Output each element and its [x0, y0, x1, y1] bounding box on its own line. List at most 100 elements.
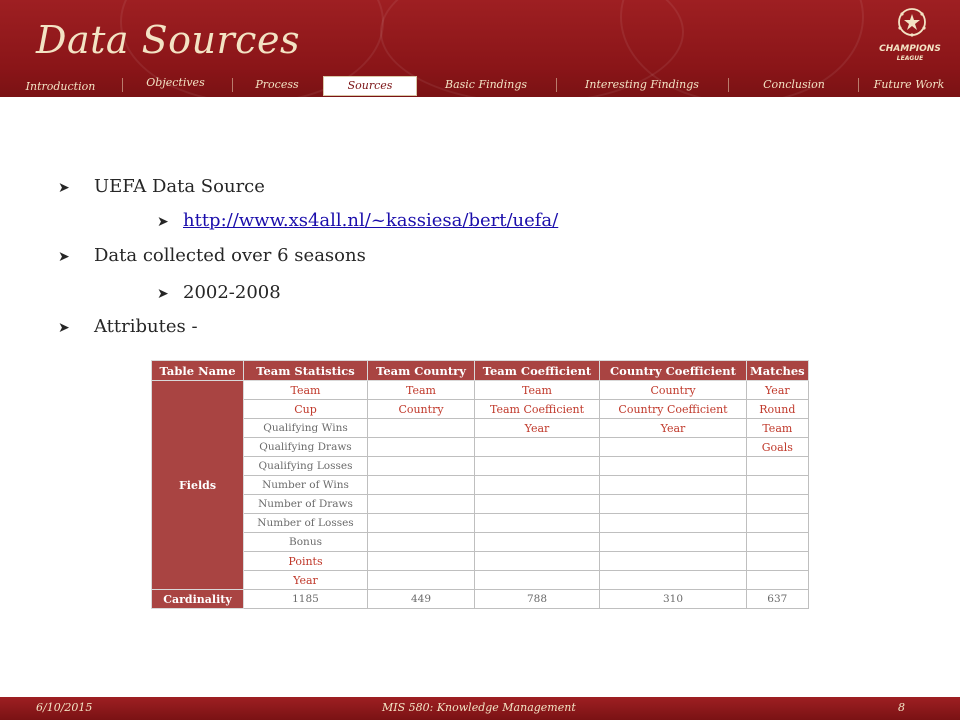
page-title: Data Sources [36, 18, 300, 62]
logo-line1: CHAMPIONS [879, 44, 941, 54]
arrow-bullet-icon: ➤ [157, 214, 169, 230]
table-cell: Qualifying Wins [243, 418, 368, 438]
table-row: Number of Wins [152, 475, 809, 495]
table-cell: Year [599, 418, 747, 438]
table-cell [599, 494, 747, 514]
bullet-text: Attributes - [94, 316, 198, 337]
table-cell: Team [746, 418, 809, 438]
nav-tab-interesting-findings[interactable]: Interesting Findings [562, 76, 722, 94]
table-cell: Team [367, 380, 475, 400]
table-cell [599, 475, 747, 495]
bullet-seasons: ➤ Data collected over 6 seasons [58, 245, 366, 266]
table-cell [474, 456, 600, 476]
table-cell: 637 [746, 589, 809, 609]
table-cell: Goals [746, 437, 809, 457]
arrow-bullet-icon: ➤ [157, 286, 169, 302]
nav-divider [858, 78, 859, 92]
bullet-text: Data collected over 6 seasons [94, 245, 366, 266]
table-cell [367, 532, 475, 552]
table-cell: Country [599, 380, 747, 400]
table-cell [746, 551, 809, 571]
table-cell [474, 551, 600, 571]
logo-line2: LEAGUE [896, 55, 924, 62]
arrow-bullet-icon: ➤ [58, 180, 70, 196]
bullet-link: ➤ http://www.xs4all.nl/~kassiesa/bert/uef… [157, 210, 558, 231]
nav-divider [232, 78, 233, 92]
footer-date: 6/10/2015 [36, 701, 93, 714]
table-cell: 449 [367, 589, 475, 609]
table-cell: Team [243, 380, 368, 400]
table-cell: 788 [474, 589, 600, 609]
table-cell [599, 532, 747, 552]
bullet-uefa-source: ➤ UEFA Data Source [58, 176, 265, 197]
table-cell [367, 475, 475, 495]
bullet-attributes: ➤ Attributes - [58, 316, 198, 337]
column-header: Team Country [367, 360, 475, 381]
fields-row-header: Fields [151, 380, 244, 590]
nav-divider [122, 78, 123, 92]
footer-bar: 6/10/2015 MIS 580: Knowledge Management … [0, 697, 960, 720]
table-cell [474, 437, 600, 457]
nav-tab-process[interactable]: Process [238, 76, 316, 94]
table-cell: Qualifying Losses [243, 456, 368, 476]
nav-tab-objectives[interactable]: Objectives [128, 74, 223, 92]
nav-tab-basic-findings[interactable]: Basic Findings [421, 76, 551, 94]
table-cell: Team [474, 380, 600, 400]
table-cell [367, 418, 475, 438]
arrow-bullet-icon: ➤ [58, 320, 70, 336]
table-row: Points [152, 551, 809, 571]
table-cell [474, 532, 600, 552]
table-cell: 310 [599, 589, 747, 609]
table-header-row: Table Name Team Statistics Team Country … [151, 360, 809, 381]
table-cell [746, 570, 809, 590]
table-cell: Year [474, 418, 600, 438]
champions-league-logo: CHAMPIONS LEAGUE [872, 44, 948, 64]
table-cell [367, 437, 475, 457]
table-row-cardinality: Cardinality 1185 449 788 310 637 [151, 589, 809, 609]
footer-page-number: 8 [898, 701, 905, 714]
nav-tab-sources[interactable]: Sources [323, 76, 417, 96]
table-row: Qualifying Draws Goals [152, 437, 809, 457]
table-cell: Number of Wins [243, 475, 368, 495]
table-cell [367, 513, 475, 533]
table-cell: Number of Losses [243, 513, 368, 533]
table-row: Qualifying Losses [152, 456, 809, 476]
table-row: Number of Losses [152, 513, 809, 533]
table-cell: Team Coefficient [474, 399, 600, 419]
bullet-text: 2002-2008 [183, 282, 281, 303]
nav-bar: Introduction Objectives Process Sources … [0, 74, 960, 96]
column-header: Table Name [151, 360, 244, 381]
table-cell [599, 437, 747, 457]
nav-divider [728, 78, 729, 92]
table-cell [367, 551, 475, 571]
table-row: Bonus [152, 532, 809, 552]
table-cell: Cup [243, 399, 368, 419]
arrow-bullet-icon: ➤ [58, 249, 70, 265]
table-cell [746, 513, 809, 533]
column-header: Team Statistics [243, 360, 368, 381]
table-cell [746, 532, 809, 552]
table-row: Year [152, 570, 809, 590]
bullet-years: ➤ 2002-2008 [157, 282, 281, 303]
header-banner: Data Sources CHAMPIONS LEAGUE Introducti… [0, 0, 960, 97]
table-cell: Qualifying Draws [243, 437, 368, 457]
table-cell [746, 475, 809, 495]
table-cell: Year [243, 570, 368, 590]
table-cell [474, 494, 600, 514]
uefa-source-link[interactable]: http://www.xs4all.nl/~kassiesa/bert/uefa… [183, 210, 558, 231]
cardinality-row-header: Cardinality [151, 589, 244, 609]
nav-tab-introduction[interactable]: Introduction [8, 78, 113, 96]
table-cell: Country Coefficient [599, 399, 747, 419]
table-cell: Round [746, 399, 809, 419]
table-cell [599, 551, 747, 571]
nav-tab-conclusion[interactable]: Conclusion [734, 76, 854, 94]
table-cell [746, 456, 809, 476]
table-row: Qualifying Wins Year Year Team [152, 418, 809, 438]
table-cell [599, 513, 747, 533]
table-cell [599, 456, 747, 476]
table-cell [474, 475, 600, 495]
nav-divider [556, 78, 557, 92]
table-row: Cup Country Team Coefficient Country Coe… [152, 399, 809, 419]
table-cell: Country [367, 399, 475, 419]
nav-tab-future-work[interactable]: Future Work [862, 76, 956, 94]
